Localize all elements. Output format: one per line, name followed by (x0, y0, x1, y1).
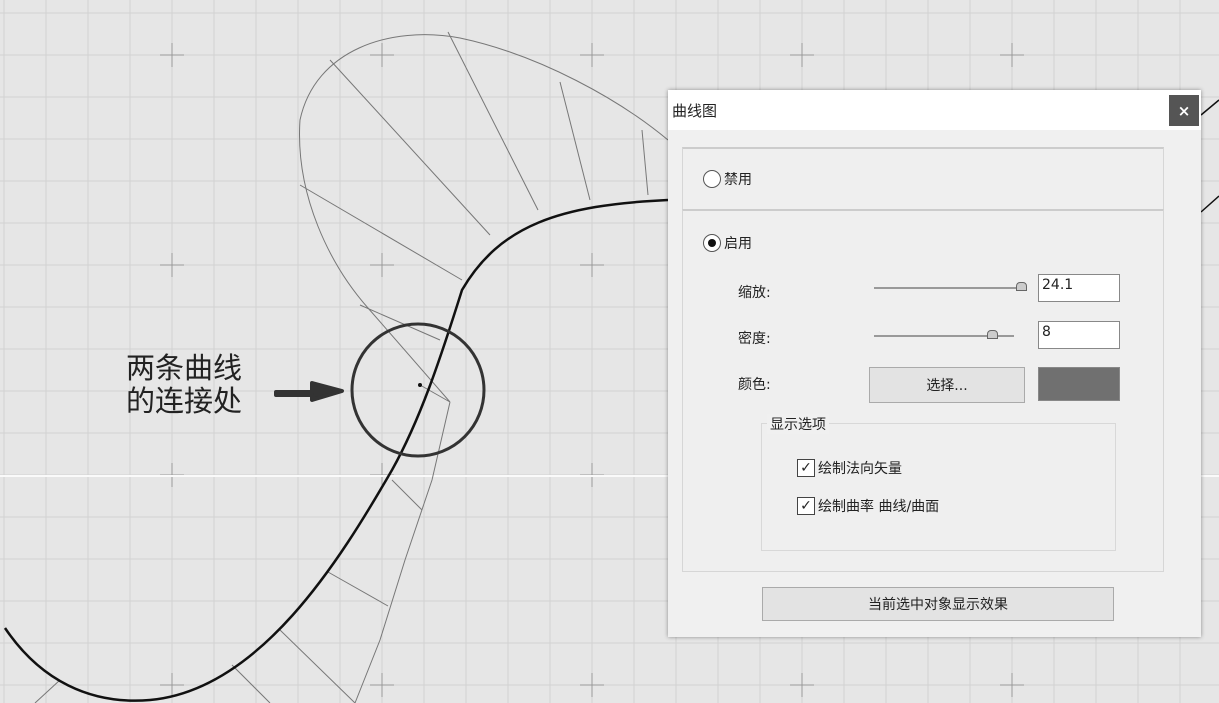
choose-color-button[interactable]: 选择... (869, 367, 1025, 403)
scale-input[interactable]: 24.1 (1038, 274, 1120, 302)
radio-off-icon (703, 170, 721, 188)
color-label: 颜色: (738, 377, 771, 393)
grid-cross (160, 253, 184, 277)
disable-panel: 禁用 (682, 147, 1164, 210)
density-input[interactable]: 8 (1038, 321, 1120, 349)
curve-continuation (1200, 99, 1219, 213)
enable-label: 启用 (724, 236, 752, 252)
color-swatch[interactable] (1038, 367, 1120, 401)
density-label: 密度: (738, 331, 771, 347)
display-options-title: 显示选项 (767, 414, 829, 434)
highlight-circle (350, 322, 486, 458)
scale-label: 缩放: (738, 285, 771, 301)
density-slider[interactable] (874, 330, 1014, 339)
display-options-group: 显示选项 ✓ 绘制法向矢量 ✓ 绘制曲率 曲线/曲面 (761, 414, 1116, 551)
joint-point (418, 383, 422, 387)
density-slider-thumb[interactable] (987, 330, 998, 339)
checkmark-icon: ✓ (797, 497, 815, 515)
draw-curvature-checkbox[interactable]: ✓ 绘制曲率 曲线/曲面 (797, 496, 939, 516)
grid-cross (790, 43, 814, 67)
enable-radio[interactable]: 启用 (703, 233, 752, 253)
checkmark-icon: ✓ (797, 459, 815, 477)
annotation-label: 两条曲线 的连接处 (126, 352, 242, 418)
scale-slider[interactable] (874, 282, 1027, 291)
dialog-title: 曲线图 (668, 90, 1201, 130)
grid-cross (580, 253, 604, 277)
curve (3, 198, 669, 702)
annotation-line1: 两条曲线 (126, 351, 243, 385)
draw-normals-label: 绘制法向矢量 (818, 461, 902, 477)
grid-cross (160, 43, 184, 67)
disable-label: 禁用 (724, 172, 752, 188)
grid-cross (370, 673, 394, 697)
curvature-graph-dialog: 曲线图 × 禁用 启用 缩放: 24.1 密度: 8 颜色: 选择... 显示选… (668, 90, 1201, 637)
grid-cross (370, 253, 394, 277)
disable-radio[interactable]: 禁用 (703, 169, 752, 189)
radio-on-icon (703, 234, 721, 252)
scale-slider-thumb[interactable] (1016, 282, 1027, 291)
close-button[interactable]: × (1169, 95, 1199, 126)
grid-cross (580, 43, 604, 67)
grid-cross (580, 673, 604, 697)
grid-cross (370, 43, 394, 67)
grid-cross (790, 673, 814, 697)
apply-to-selection-button[interactable]: 当前选中对象显示效果 (762, 587, 1114, 621)
grid-cross (1000, 43, 1024, 67)
arrow-icon (274, 381, 344, 402)
draw-normals-checkbox[interactable]: ✓ 绘制法向矢量 (797, 458, 902, 478)
grid-cross (1000, 673, 1024, 697)
annotation-line2: 的连接处 (126, 384, 243, 418)
draw-curvature-label: 绘制曲率 曲线/曲面 (818, 499, 940, 515)
